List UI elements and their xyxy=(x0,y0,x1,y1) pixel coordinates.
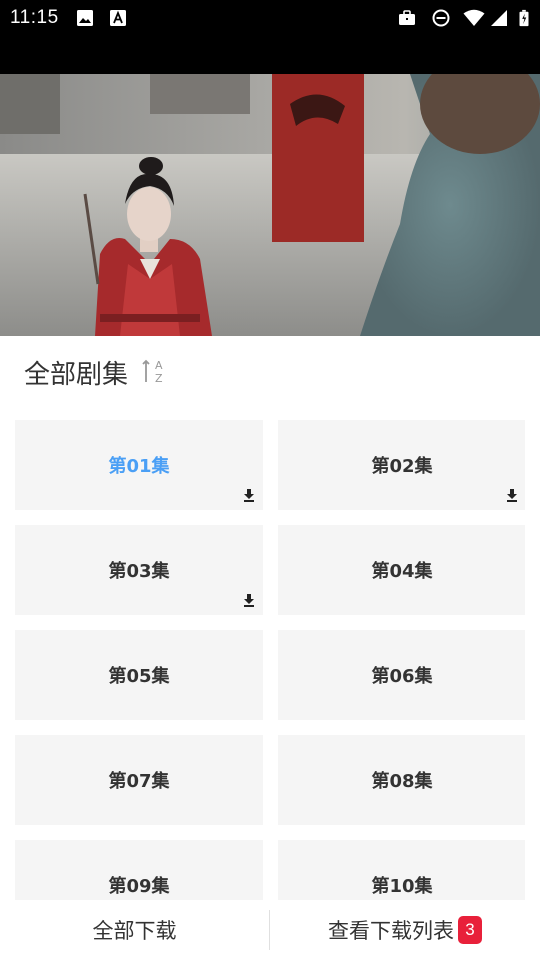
status-bar: 11:15 xyxy=(0,0,540,36)
svg-text:A: A xyxy=(155,359,163,372)
downloaded-icon xyxy=(244,489,254,502)
episodes-header: 全部剧集 A Z xyxy=(0,336,540,408)
download-all-button[interactable]: 全部下载 xyxy=(0,900,269,960)
episode-label: 第10集 xyxy=(371,876,433,897)
episodes-title: 全部剧集 xyxy=(24,360,129,390)
svg-text:Z: Z xyxy=(155,372,163,385)
episode-label: 第02集 xyxy=(371,456,433,477)
episode-label: 第03集 xyxy=(108,561,170,582)
episode-label: 第01集 xyxy=(108,456,170,477)
episode-label: 第05集 xyxy=(108,666,170,687)
episode-label: 第07集 xyxy=(108,771,170,792)
episode-item-10[interactable]: 第10集 xyxy=(278,840,525,900)
do-not-disturb-icon xyxy=(432,9,450,27)
download-count-badge: 3 xyxy=(458,916,482,944)
battery-charging-icon xyxy=(519,9,529,27)
episode-item-08[interactable]: 第08集 xyxy=(278,735,525,825)
bottom-bar: 全部下载 查看下载列表 3 xyxy=(0,900,540,960)
downloaded-icon xyxy=(507,489,517,502)
video-player[interactable] xyxy=(0,36,540,336)
episode-item-05[interactable]: 第05集 xyxy=(15,630,263,720)
episode-label: 第06集 xyxy=(371,666,433,687)
cellular-signal-icon xyxy=(491,10,507,26)
font-icon xyxy=(110,10,126,26)
episode-item-07[interactable]: 第07集 xyxy=(15,735,263,825)
sort-az-icon[interactable]: A Z xyxy=(141,357,167,385)
episode-label: 第04集 xyxy=(371,561,433,582)
episode-item-09[interactable]: 第09集 xyxy=(15,840,263,900)
video-frame xyxy=(0,74,540,336)
briefcase-icon xyxy=(399,10,415,25)
view-download-list-button[interactable]: 查看下载列表 3 xyxy=(270,900,540,960)
image-icon xyxy=(77,10,93,26)
download-all-label: 全部下载 xyxy=(92,919,177,943)
episode-item-06[interactable]: 第06集 xyxy=(278,630,525,720)
downloaded-icon xyxy=(244,594,254,607)
view-download-list-label: 查看下载列表 xyxy=(328,919,454,943)
episode-label: 第09集 xyxy=(108,876,170,897)
episode-item-01[interactable]: 第01集 xyxy=(15,420,263,510)
video-still xyxy=(0,74,540,336)
episode-item-02[interactable]: 第02集 xyxy=(278,420,525,510)
wifi-icon xyxy=(463,9,485,26)
episode-item-03[interactable]: 第03集 xyxy=(15,525,263,615)
episode-grid: 第01集 第02集 第03集 第04集 第05集 第06集 第07集 第08集 … xyxy=(15,420,525,900)
status-time: 11:15 xyxy=(10,7,59,28)
episode-label: 第08集 xyxy=(371,771,433,792)
episode-item-04[interactable]: 第04集 xyxy=(278,525,525,615)
